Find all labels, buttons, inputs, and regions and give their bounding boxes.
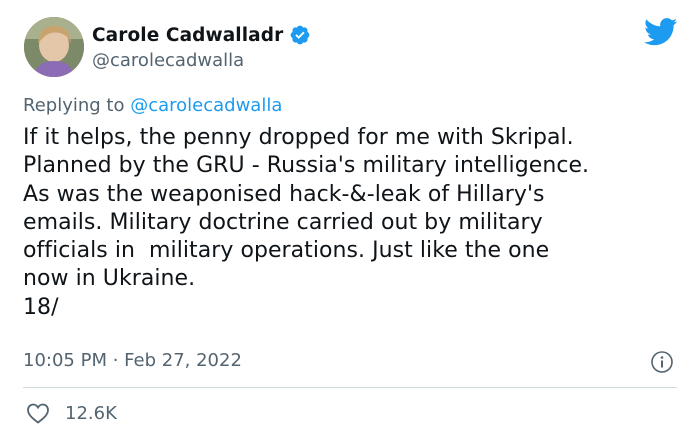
- tweet-card: Carole Cadwalladr @carolecadwalla Replyi…: [0, 0, 700, 441]
- avatar[interactable]: [24, 17, 84, 77]
- divider: [23, 387, 677, 388]
- like-button[interactable]: 12.6K: [26, 402, 117, 424]
- handle[interactable]: @carolecadwalla: [92, 50, 244, 71]
- replying-to-prefix: Replying to: [23, 95, 131, 116]
- twitter-bird-icon[interactable]: [644, 18, 678, 46]
- heart-icon: [27, 403, 49, 424]
- replying-to: Replying to @carolecadwalla: [23, 95, 282, 116]
- tweet-text: If it helps, the penny dropped for me wi…: [23, 125, 590, 320]
- verified-badge-icon: [290, 25, 310, 45]
- tweet-timestamp[interactable]: 10:05 PM · Feb 27, 2022: [23, 350, 242, 371]
- name-row: Carole Cadwalladr: [92, 24, 311, 46]
- avatar-image: [24, 17, 84, 77]
- info-icon[interactable]: [650, 350, 674, 374]
- display-name[interactable]: Carole Cadwalladr: [92, 25, 283, 46]
- like-count: 12.6K: [65, 402, 117, 424]
- reply-mention-link[interactable]: @carolecadwalla: [130, 95, 282, 116]
